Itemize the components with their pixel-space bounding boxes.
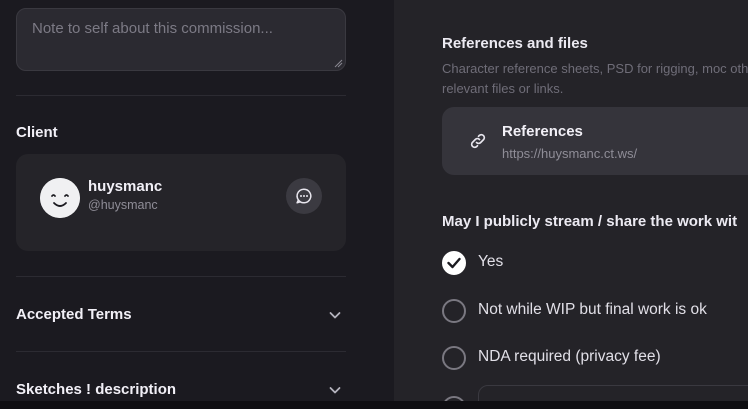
option-label: Yes (478, 253, 504, 270)
chevron-down-icon (329, 312, 341, 319)
checkmark-icon (447, 257, 461, 269)
note-placeholder: Note to self about this commission... (32, 20, 273, 37)
references-link-card[interactable]: References https://huysmanc.ct.ws/ (442, 107, 748, 175)
client-handle: @huysmanc (88, 198, 158, 212)
resize-grip-icon[interactable] (333, 58, 343, 68)
option-label: NDA required (privacy fee) (478, 348, 661, 365)
stream-option-yes[interactable]: Yes (442, 251, 748, 275)
chat-bubble-icon (296, 188, 312, 204)
client-card: huysmanc @huysmanc (16, 154, 346, 251)
client-section-title: Client (16, 124, 58, 141)
avatar[interactable] (40, 178, 80, 218)
client-name[interactable]: huysmanc (88, 178, 162, 195)
stream-option-final-ok[interactable]: Not while WIP but final work is ok (442, 299, 748, 323)
radio-unchecked[interactable] (442, 299, 466, 323)
bottom-bar (0, 401, 748, 409)
note-textarea[interactable]: Note to self about this commission... (16, 8, 346, 71)
references-card-url[interactable]: https://huysmanc.ct.ws/ (502, 146, 637, 161)
message-client-button[interactable] (286, 178, 322, 214)
divider (16, 276, 346, 277)
references-title: References and files (442, 35, 588, 52)
references-description: Character reference sheets, PSD for rigg… (442, 61, 748, 96)
left-panel: Note to self about this commission... Cl… (0, 0, 394, 409)
references-card-title: References (502, 123, 583, 140)
right-panel: References and files Character reference… (394, 0, 748, 409)
commission-page: Note to self about this commission... Cl… (0, 0, 748, 409)
chevron-down-icon (329, 387, 341, 394)
radio-checked[interactable] (442, 251, 466, 275)
accordion-sketches-description[interactable]: Sketches ! description (16, 379, 346, 403)
option-label: Not while WIP but final work is ok (478, 301, 707, 318)
stream-option-nda[interactable]: NDA required (privacy fee) (442, 346, 748, 370)
divider (16, 351, 346, 352)
radio-unchecked[interactable] (442, 346, 466, 370)
accordion-label: Sketches ! description (16, 381, 177, 398)
accordion-accepted-terms[interactable]: Accepted Terms (16, 304, 346, 328)
accordion-label: Accepted Terms (16, 306, 132, 323)
stream-question-title: May I publicly stream / share the work w… (442, 213, 738, 230)
smiley-avatar-icon (40, 178, 80, 218)
divider (16, 95, 346, 96)
link-icon (470, 133, 486, 149)
